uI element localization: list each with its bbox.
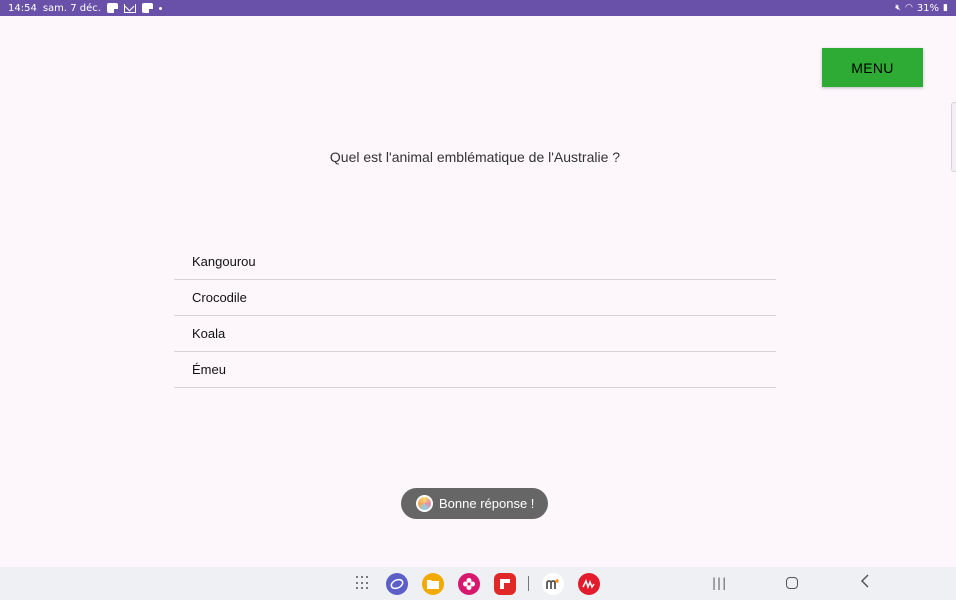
apps-grid-icon[interactable] — [356, 576, 370, 590]
files-icon[interactable] — [422, 573, 444, 595]
flipboard-icon — [141, 3, 153, 13]
dock-separator — [528, 576, 529, 591]
more-notifications-icon — [158, 6, 162, 10]
mute-icon: 🔇︎ — [895, 2, 901, 13]
status-time: 14:54 — [8, 2, 37, 14]
signature-icon[interactable] — [578, 573, 600, 595]
recents-button[interactable]: ||| — [712, 574, 727, 592]
answer-option-koala[interactable]: Koala — [174, 316, 776, 352]
answer-option-emeu[interactable]: Émeu — [174, 352, 776, 388]
battery-level: 31% — [916, 2, 940, 14]
toast-notification: Bonne réponse ! — [401, 488, 548, 519]
answer-option-kangourou[interactable]: Kangourou — [174, 244, 776, 280]
moodle-icon[interactable] — [542, 573, 564, 595]
edge-panel-handle[interactable] — [951, 102, 956, 172]
app-icon — [416, 495, 433, 512]
home-button[interactable] — [786, 577, 798, 589]
battery-icon: ▮ — [943, 2, 948, 13]
question-text: Quel est l'animal emblématique de l'Aust… — [329, 149, 621, 165]
flipboard-icon[interactable] — [494, 573, 516, 595]
answer-option-crocodile[interactable]: Crocodile — [174, 280, 776, 316]
status-date: sam. 7 déc. — [42, 2, 101, 14]
flipboard-icon — [106, 3, 118, 13]
back-button[interactable] — [860, 574, 870, 592]
gallery-icon[interactable] — [458, 573, 480, 595]
wifi-icon: ◠ — [904, 2, 913, 13]
menu-button[interactable]: MENU — [822, 48, 923, 87]
internet-icon[interactable] — [386, 573, 408, 595]
status-bar: 14:54 sam. 7 déc. 🔇︎ ◠ 31% ▮ — [0, 0, 956, 16]
gmail-icon — [123, 3, 136, 13]
answer-list: Kangourou Crocodile Koala Émeu — [174, 244, 776, 388]
toast-message: Bonne réponse ! — [439, 496, 535, 511]
